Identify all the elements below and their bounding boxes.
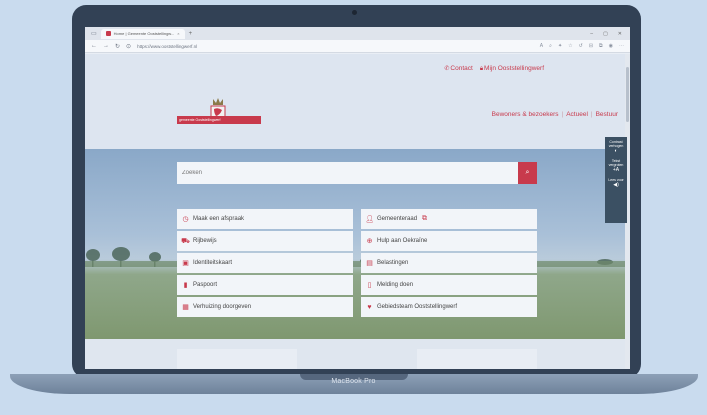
external-link-icon: ⧉: [422, 215, 428, 222]
device-label: MacBook Pro: [331, 378, 376, 385]
read-aloud-icon[interactable]: A: [540, 43, 543, 49]
tile-label: Identiteitskaart: [193, 260, 233, 266]
logo-text: gemeente Ooststellingwerf: [177, 116, 261, 124]
maximize-button[interactable]: ▢: [603, 31, 608, 37]
url-field[interactable]: https://www.ooststellingwerf.nl: [137, 44, 197, 49]
tile-maak-een-afspraak[interactable]: ◷ Maak een afspraak: [177, 209, 353, 229]
tile-label: Hulp aan Oekraïne: [377, 238, 428, 244]
profile-icon[interactable]: ◉: [609, 43, 613, 49]
mijn-link[interactable]: 🔒︎Mijn Ooststellingwerf: [480, 65, 544, 73]
contrast-label: Contrast verhogen: [608, 140, 624, 148]
favorite-star-icon[interactable]: ☆: [568, 43, 572, 49]
tile-gebiedsteam[interactable]: ♥ Gebiedsteam Ooststellingwerf: [361, 297, 537, 317]
text-size-toggle[interactable]: Tekst vergroten +A: [605, 159, 627, 173]
camera-icon: [352, 10, 357, 15]
tile-identiteitskaart[interactable]: ▣ Identiteitskaart: [177, 253, 353, 273]
content-card[interactable]: [177, 349, 297, 369]
tab-title: Home | Gemeente Ooststellingw...: [113, 31, 175, 36]
nav-actueel[interactable]: Actueel: [566, 111, 588, 118]
tile-verhuizing-doorgeven[interactable]: ▦ Verhuizing doorgeven: [177, 297, 353, 317]
briefcase-icon: ▦: [182, 304, 189, 311]
nav-bestuur[interactable]: Bestuur: [596, 111, 618, 118]
text-size-icon: +A: [612, 167, 620, 173]
contact-label: Contact: [450, 65, 473, 72]
browser-screen: ▭ Home | Gemeente Ooststellingw... × + –…: [85, 27, 630, 369]
search-input[interactable]: [177, 162, 518, 184]
favicon-icon: [105, 31, 111, 36]
id-card-icon: ▣: [182, 260, 189, 267]
clock-icon: ◷: [182, 216, 189, 223]
split-screen-icon[interactable]: ⊟: [589, 43, 593, 49]
plus-icon: ⊕: [366, 238, 373, 245]
tab-bar: ▭ Home | Gemeente Ooststellingw... × + –…: [85, 27, 630, 40]
main-nav: Bewoners & bezoekers | Actueel | Bestuur: [492, 111, 618, 118]
tile-label: Maak een afspraak: [193, 216, 245, 222]
text-size-label: Tekst vergroten: [608, 159, 624, 167]
tile-paspoort[interactable]: ▮ Paspoort: [177, 275, 353, 295]
tile-gemeenteraad[interactable]: 👤︎ Gemeenteraad ⧉: [361, 209, 537, 229]
tile-label: Gebiedsteam Ooststellingwerf: [377, 304, 458, 310]
extension-icon[interactable]: ✦: [558, 43, 562, 49]
accessibility-widget: Contrast verhogen ◐ Tekst vergroten +A L…: [605, 137, 627, 223]
below-fold: [85, 339, 625, 369]
quick-links: ◷ Maak een afspraak 👤︎ Gemeenteraad ⧉ ⛟ Rijb…: [177, 209, 537, 317]
tile-melding-doen[interactable]: ▯ Melding doen: [361, 275, 537, 295]
back-icon[interactable]: ←: [91, 43, 97, 49]
speaker-icon: ◀): [613, 182, 619, 188]
scrollbar-thumb[interactable]: [626, 67, 629, 122]
site-logo[interactable]: gemeente Ooststellingwerf: [177, 97, 261, 127]
browser-tab[interactable]: Home | Gemeente Ooststellingw... ×: [100, 28, 185, 39]
tile-label: Melding doen: [377, 282, 414, 288]
contact-link[interactable]: ✆Contact: [444, 65, 472, 73]
nav-bewoners[interactable]: Bewoners & bezoekers: [492, 111, 559, 118]
search-button[interactable]: ⌕: [518, 162, 537, 184]
refresh-icon[interactable]: ↺: [579, 43, 583, 49]
window-menu-icon[interactable]: ▭: [91, 30, 97, 37]
tile-label: Paspoort: [193, 282, 218, 288]
phone-icon: ✆: [444, 66, 450, 72]
read-aloud-toggle[interactable]: Lees voor ◀): [605, 178, 627, 188]
tab-close-icon[interactable]: ×: [177, 31, 179, 36]
top-links: ✆Contact 🔒︎Mijn Ooststellingwerf: [444, 65, 544, 73]
reload-icon[interactable]: ↻: [115, 43, 120, 50]
person-icon: 👤︎: [365, 216, 374, 223]
collections-icon[interactable]: ⧉: [599, 43, 603, 49]
new-tab-button[interactable]: +: [189, 31, 193, 37]
document-icon: ▤: [366, 260, 373, 267]
tile-belastingen[interactable]: ▤ Belastingen: [361, 253, 537, 273]
contrast-icon: ◐: [614, 148, 618, 154]
passport-icon: ▮: [183, 282, 188, 289]
minimize-button[interactable]: –: [590, 31, 593, 37]
tile-label: Belastingen: [377, 260, 409, 266]
contrast-toggle[interactable]: Contrast verhogen ◐: [605, 140, 627, 154]
address-bar: ← → ↻ ⊙ https://www.ooststellingwerf.nl …: [85, 40, 630, 53]
tile-label: Verhuizing doorgeven: [193, 304, 252, 310]
search-icon: ⌕: [525, 169, 530, 176]
zoom-icon[interactable]: ⌕: [549, 43, 552, 49]
nav-separator: |: [590, 111, 593, 118]
mijn-label: Mijn Ooststellingwerf: [484, 65, 544, 72]
car-icon: ⛟: [181, 237, 190, 245]
close-window-button[interactable]: ✕: [618, 31, 622, 37]
more-icon[interactable]: ⋯: [619, 43, 624, 49]
tile-label: Rijbewijs: [193, 238, 217, 244]
lock-icon: 🔒︎: [479, 66, 484, 72]
heart-icon: ♥: [367, 303, 372, 311]
search-bar: ⌕: [177, 162, 537, 184]
content-card[interactable]: [417, 349, 537, 369]
forward-icon[interactable]: →: [103, 43, 109, 49]
tile-label: Gemeenteraad: [377, 216, 418, 222]
tile-hulp-aan-oekraine[interactable]: ⊕ Hulp aan Oekraïne: [361, 231, 537, 251]
nav-separator: |: [561, 111, 564, 118]
lock-icon: ⊙: [126, 43, 132, 50]
phone-icon: ▯: [367, 282, 372, 289]
tile-rijbewijs[interactable]: ⛟ Rijbewijs: [177, 231, 353, 251]
